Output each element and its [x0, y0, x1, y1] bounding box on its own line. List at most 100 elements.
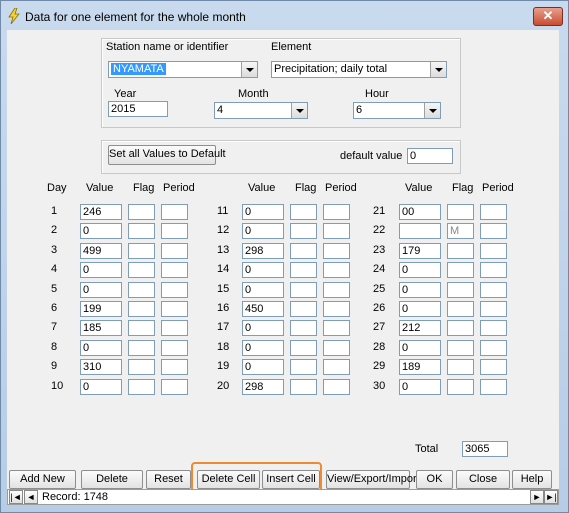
flag-cell[interactable]: [290, 340, 317, 356]
flag-cell[interactable]: [447, 359, 474, 375]
flag-cell[interactable]: [290, 282, 317, 298]
period-cell[interactable]: [323, 243, 350, 259]
flag-cell[interactable]: [128, 282, 155, 298]
title-bar[interactable]: Data for one element for the whole month…: [1, 1, 568, 31]
chevron-down-icon[interactable]: [241, 62, 257, 77]
flag-cell[interactable]: [290, 243, 317, 259]
value-cell[interactable]: 298: [242, 379, 284, 395]
flag-cell[interactable]: [447, 301, 474, 317]
year-input[interactable]: 2015: [108, 101, 168, 117]
flag-cell[interactable]: [128, 359, 155, 375]
last-record-icon[interactable]: ►|: [544, 490, 558, 504]
chevron-down-icon[interactable]: [291, 103, 307, 118]
value-cell[interactable]: 0: [80, 223, 122, 239]
flag-cell[interactable]: [447, 243, 474, 259]
value-cell[interactable]: 450: [242, 301, 284, 317]
value-cell[interactable]: 0: [80, 340, 122, 356]
flag-cell[interactable]: [447, 320, 474, 336]
flag-cell[interactable]: [290, 204, 317, 220]
delete-button[interactable]: Delete: [81, 470, 143, 489]
value-cell[interactable]: 246: [80, 204, 122, 220]
value-cell[interactable]: 0: [242, 204, 284, 220]
value-cell[interactable]: 189: [399, 359, 441, 375]
chevron-down-icon[interactable]: [430, 62, 446, 77]
flag-cell[interactable]: [447, 340, 474, 356]
add-new-button[interactable]: Add New: [9, 470, 76, 489]
flag-cell[interactable]: [290, 359, 317, 375]
view-export-import-button[interactable]: View/Export/Import: [326, 470, 420, 489]
period-cell[interactable]: [161, 282, 188, 298]
period-cell[interactable]: [323, 340, 350, 356]
period-cell[interactable]: [323, 320, 350, 336]
window-close-button[interactable]: ✕: [533, 7, 563, 26]
period-cell[interactable]: [161, 320, 188, 336]
period-cell[interactable]: [323, 204, 350, 220]
value-cell[interactable]: 179: [399, 243, 441, 259]
month-select[interactable]: 4: [214, 102, 308, 119]
element-select[interactable]: Precipitation; daily total: [271, 61, 447, 78]
period-cell[interactable]: [161, 379, 188, 395]
flag-cell[interactable]: [128, 204, 155, 220]
value-cell[interactable]: 499: [80, 243, 122, 259]
period-cell[interactable]: [161, 223, 188, 239]
flag-cell[interactable]: [447, 262, 474, 278]
hour-select[interactable]: 6: [353, 102, 441, 119]
flag-cell[interactable]: [290, 262, 317, 278]
value-cell[interactable]: 0: [80, 262, 122, 278]
period-cell[interactable]: [480, 379, 507, 395]
flag-cell[interactable]: [128, 379, 155, 395]
value-cell[interactable]: 0: [80, 379, 122, 395]
value-cell[interactable]: 0: [242, 282, 284, 298]
period-cell[interactable]: [161, 262, 188, 278]
flag-cell[interactable]: [447, 282, 474, 298]
value-cell[interactable]: 0: [242, 340, 284, 356]
period-cell[interactable]: [480, 204, 507, 220]
period-cell[interactable]: [161, 340, 188, 356]
value-cell[interactable]: 310: [80, 359, 122, 375]
flag-cell[interactable]: [290, 379, 317, 395]
first-record-icon[interactable]: |◄: [9, 490, 23, 504]
period-cell[interactable]: [323, 379, 350, 395]
flag-cell[interactable]: [128, 243, 155, 259]
flag-cell[interactable]: [447, 379, 474, 395]
period-cell[interactable]: [480, 301, 507, 317]
value-cell[interactable]: 0: [399, 262, 441, 278]
value-cell[interactable]: 185: [80, 320, 122, 336]
previous-record-icon[interactable]: ◄: [24, 490, 38, 504]
close-button[interactable]: Close: [456, 470, 510, 489]
value-cell[interactable]: 0: [242, 359, 284, 375]
default-value-input[interactable]: 0: [407, 148, 453, 164]
flag-cell[interactable]: [128, 301, 155, 317]
value-cell[interactable]: 298: [242, 243, 284, 259]
flag-cell[interactable]: [447, 204, 474, 220]
period-cell[interactable]: [323, 282, 350, 298]
value-cell[interactable]: 0: [399, 379, 441, 395]
value-cell[interactable]: 0: [242, 223, 284, 239]
period-cell[interactable]: [480, 262, 507, 278]
flag-cell[interactable]: [128, 223, 155, 239]
flag-cell[interactable]: [128, 340, 155, 356]
value-cell[interactable]: 199: [80, 301, 122, 317]
period-cell[interactable]: [161, 359, 188, 375]
value-cell[interactable]: 212: [399, 320, 441, 336]
chevron-down-icon[interactable]: [424, 103, 440, 118]
station-select[interactable]: NYAMATA: [108, 61, 258, 78]
period-cell[interactable]: [480, 243, 507, 259]
reset-button[interactable]: Reset: [146, 470, 191, 489]
period-cell[interactable]: [323, 223, 350, 239]
period-cell[interactable]: [161, 204, 188, 220]
period-cell[interactable]: [480, 340, 507, 356]
period-cell[interactable]: [480, 282, 507, 298]
period-cell[interactable]: [480, 223, 507, 239]
ok-button[interactable]: OK: [416, 470, 453, 489]
period-cell[interactable]: [480, 359, 507, 375]
flag-cell[interactable]: [128, 262, 155, 278]
next-record-icon[interactable]: ►: [530, 490, 544, 504]
value-cell[interactable]: 0: [399, 340, 441, 356]
period-cell[interactable]: [480, 320, 507, 336]
value-cell[interactable]: 0: [399, 301, 441, 317]
value-cell[interactable]: [399, 223, 441, 239]
value-cell[interactable]: 0: [399, 282, 441, 298]
flag-cell[interactable]: [290, 301, 317, 317]
value-cell[interactable]: 0: [242, 262, 284, 278]
